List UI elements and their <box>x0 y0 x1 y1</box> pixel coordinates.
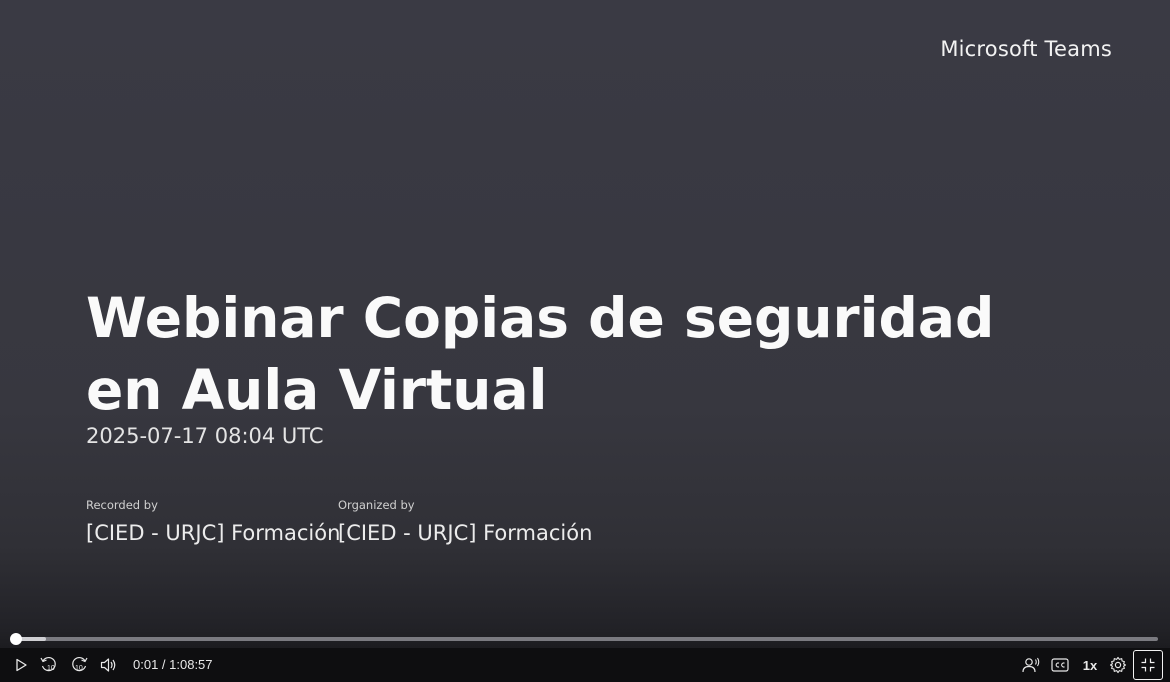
volume-icon <box>99 656 117 674</box>
captions-button[interactable] <box>1047 652 1073 678</box>
meeting-datetime: 2025-07-17 08:04 UTC <box>86 424 324 448</box>
volume-button[interactable] <box>95 652 121 678</box>
skip-back-value: 10 <box>47 665 55 672</box>
playback-speed-button[interactable]: 1x <box>1078 652 1102 678</box>
exit-fullscreen-icon <box>1140 657 1156 673</box>
seek-bar[interactable] <box>10 633 1158 645</box>
time-display: 0:01 / 1:08:57 <box>133 657 213 672</box>
skip-forward-10-icon: 10 <box>69 655 89 675</box>
exit-fullscreen-button[interactable] <box>1133 650 1163 680</box>
settings-icon <box>1109 656 1127 674</box>
organized-by-label: Organized by <box>338 498 415 512</box>
skip-forward-button[interactable]: 10 <box>66 652 92 678</box>
speakers-button[interactable] <box>1018 652 1044 678</box>
play-icon <box>13 657 29 673</box>
skip-back-button[interactable]: 10 <box>36 652 62 678</box>
captions-icon <box>1051 658 1069 672</box>
organized-by-value: [CIED - URJC] Formación <box>338 521 593 545</box>
settings-button[interactable] <box>1105 652 1131 678</box>
play-button[interactable] <box>8 652 34 678</box>
skip-back-10-icon: 10 <box>39 655 59 675</box>
recorded-by-label: Recorded by <box>86 498 158 512</box>
meeting-title: Webinar Copias de seguridad en Aula Virt… <box>86 286 995 422</box>
speakers-icon <box>1021 656 1041 674</box>
recorded-by-value: [CIED - URJC] Formación <box>86 521 341 545</box>
video-frame[interactable]: Microsoft Teams Webinar Copias de seguri… <box>0 0 1170 682</box>
skip-forward-value: 10 <box>75 665 83 672</box>
brand-label: Microsoft Teams <box>940 37 1112 61</box>
player-controls: 10 10 0:01 / 1:08:57 1x <box>0 648 1170 682</box>
organized-by-block: Organized by [CIED - URJC] Formación <box>338 498 592 545</box>
recorded-by-block: Recorded by [CIED - URJC] Formación <box>86 498 340 545</box>
